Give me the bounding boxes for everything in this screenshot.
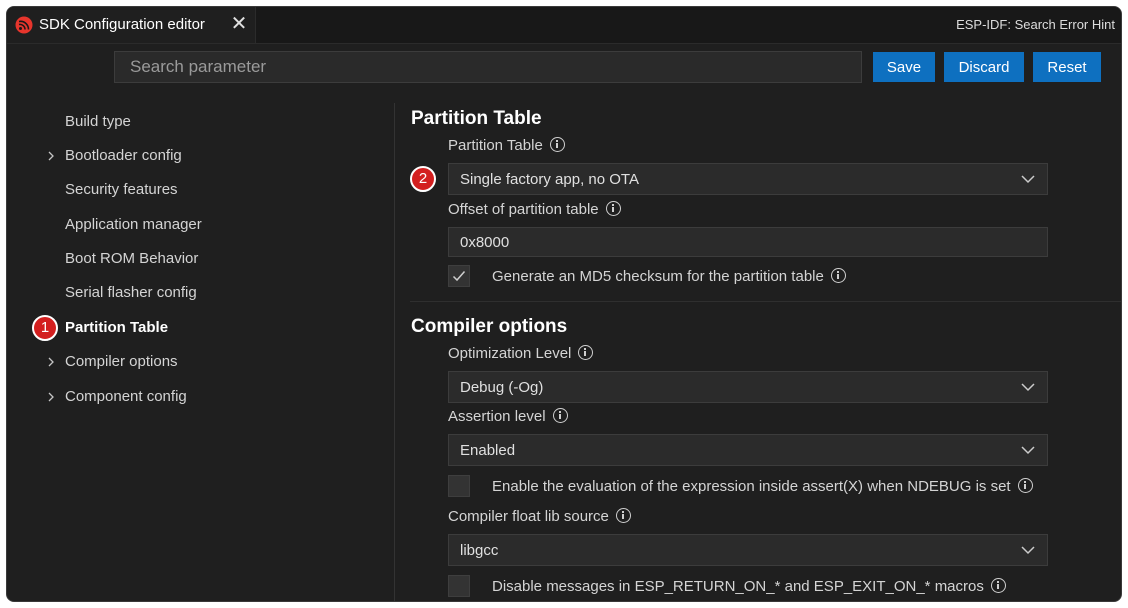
chevron-down-icon bbox=[1021, 383, 1035, 392]
info-icon[interactable] bbox=[552, 408, 568, 423]
sidebar-item-component-config[interactable]: Component config bbox=[65, 388, 187, 405]
float-lib-source-select[interactable]: libgcc bbox=[448, 534, 1048, 566]
check-icon bbox=[452, 271, 466, 282]
info-icon[interactable] bbox=[578, 345, 594, 360]
save-button[interactable]: Save bbox=[873, 52, 935, 82]
info-icon[interactable] bbox=[605, 201, 621, 216]
section-divider bbox=[410, 301, 1121, 302]
sidebar-item-security-features[interactable]: Security features bbox=[65, 181, 178, 198]
chevron-down-icon bbox=[1021, 446, 1035, 455]
sidebar-item-application-manager[interactable]: Application manager bbox=[65, 216, 202, 233]
chevron-down-icon bbox=[1021, 175, 1035, 184]
tab-bar: SDK Configuration editor ✕ ESP-IDF: Sear… bbox=[7, 7, 1121, 44]
search-error-hint-link[interactable]: ESP-IDF: Search Error Hint bbox=[956, 17, 1115, 32]
field-label-offset: Offset of partition table bbox=[448, 201, 621, 218]
info-icon[interactable] bbox=[830, 268, 846, 283]
step-badge-1: 1 bbox=[32, 315, 58, 341]
md5-checksum-label: Generate an MD5 checksum for the partiti… bbox=[492, 268, 846, 285]
sdk-config-editor-window: SDK Configuration editor ✕ ESP-IDF: Sear… bbox=[6, 6, 1122, 602]
disable-messages-checkbox[interactable] bbox=[448, 575, 470, 597]
md5-checksum-checkbox[interactable] bbox=[448, 265, 470, 287]
assert-eval-checkbox[interactable] bbox=[448, 475, 470, 497]
sidebar-item-build-type[interactable]: Build type bbox=[65, 113, 131, 130]
disable-messages-label: Disable messages in ESP_RETURN_ON_* and … bbox=[492, 578, 1006, 595]
discard-button[interactable]: Discard bbox=[944, 52, 1024, 82]
section-title-compiler-options: Compiler options bbox=[411, 316, 568, 337]
offset-partition-table-input[interactable] bbox=[448, 227, 1048, 257]
field-label-float-lib: Compiler float lib source bbox=[448, 508, 631, 525]
info-icon[interactable] bbox=[615, 508, 631, 523]
chevron-down-icon bbox=[1021, 546, 1035, 555]
assert-eval-label: Enable the evaluation of the expression … bbox=[492, 478, 1033, 495]
close-icon[interactable]: ✕ bbox=[229, 13, 249, 35]
info-icon[interactable] bbox=[549, 137, 565, 152]
optimization-level-select[interactable]: Debug (-Og) bbox=[448, 371, 1048, 403]
info-icon[interactable] bbox=[990, 578, 1006, 593]
field-label-optimization-level: Optimization Level bbox=[448, 345, 594, 362]
search-input[interactable] bbox=[114, 51, 862, 83]
field-label-partition-table: Partition Table bbox=[448, 137, 565, 154]
tab-sdk-configuration-editor[interactable]: SDK Configuration editor ✕ bbox=[7, 7, 256, 43]
section-title-partition-table: Partition Table bbox=[411, 108, 542, 129]
sidebar-item-serial-flasher-config[interactable]: Serial flasher config bbox=[65, 284, 197, 301]
sidebar-item-bootloader-config[interactable]: Bootloader config bbox=[65, 147, 182, 164]
sidebar-item-partition-table[interactable]: Partition Table bbox=[65, 319, 168, 336]
sidebar-item-compiler-options[interactable]: Compiler options bbox=[65, 353, 178, 370]
reset-button[interactable]: Reset bbox=[1033, 52, 1101, 82]
chevron-right-icon[interactable] bbox=[45, 356, 57, 368]
step-badge-2: 2 bbox=[410, 166, 436, 192]
info-icon[interactable] bbox=[1017, 478, 1033, 493]
sidebar-divider bbox=[394, 103, 395, 601]
tab-title: SDK Configuration editor bbox=[39, 16, 205, 33]
field-label-assertion-level: Assertion level bbox=[448, 408, 568, 425]
espressif-logo-icon bbox=[15, 16, 33, 34]
chevron-right-icon[interactable] bbox=[45, 150, 57, 162]
sidebar-item-boot-rom-behavior[interactable]: Boot ROM Behavior bbox=[65, 250, 198, 267]
partition-table-select[interactable]: Single factory app, no OTA bbox=[448, 163, 1048, 195]
assertion-level-select[interactable]: Enabled bbox=[448, 434, 1048, 466]
chevron-right-icon[interactable] bbox=[45, 391, 57, 403]
